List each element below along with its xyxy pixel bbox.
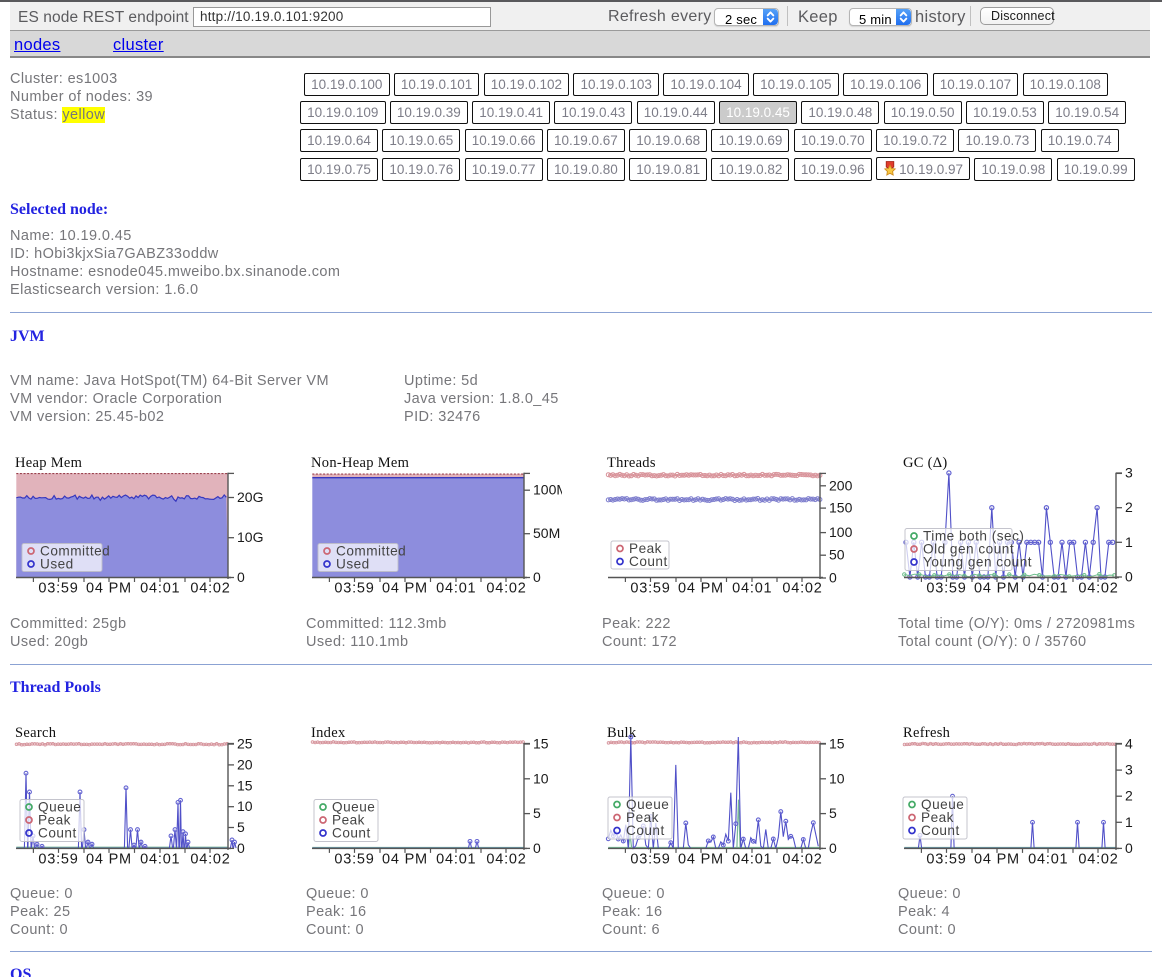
svg-text:04:01: 04:01 [436,852,476,868]
svg-text:04 PM: 04 PM [86,852,132,868]
svg-text:1: 1 [1125,814,1133,830]
svg-text:100: 100 [829,524,853,540]
svg-text:0: 0 [829,570,837,586]
svg-text:1: 1 [1125,534,1133,550]
svg-text:Heap Mem: Heap Mem [15,455,83,471]
svg-text:03:59: 03:59 [926,852,966,868]
svg-text:Refresh: Refresh [903,725,951,741]
svg-text:04:02: 04:02 [190,852,230,868]
svg-text:0: 0 [533,569,541,585]
svg-text:15: 15 [237,777,253,793]
svg-text:200: 200 [829,477,853,493]
svg-text:Non-Heap Mem: Non-Heap Mem [311,455,410,471]
svg-text:04 PM: 04 PM [678,581,724,597]
svg-text:GC (Δ): GC (Δ) [903,455,948,471]
svg-text:04 PM: 04 PM [974,581,1020,597]
svg-text:15: 15 [533,736,549,752]
svg-text:04:02: 04:02 [782,581,822,597]
svg-text:03:59: 03:59 [334,581,374,597]
svg-text:04:02: 04:02 [1078,581,1118,597]
svg-text:0: 0 [533,840,541,856]
svg-text:04:01: 04:01 [436,581,476,597]
svg-text:04 PM: 04 PM [382,581,428,597]
svg-text:04:01: 04:01 [140,581,180,597]
svg-text:0: 0 [237,569,245,585]
svg-text:150: 150 [829,500,853,516]
svg-text:04:02: 04:02 [190,581,230,597]
svg-text:100M: 100M [533,482,562,498]
svg-text:Used: Used [336,557,370,572]
svg-text:20: 20 [237,756,253,772]
svg-text:5: 5 [533,805,541,821]
svg-text:04:01: 04:01 [1028,581,1068,597]
svg-text:Count: Count [332,826,371,841]
svg-text:2: 2 [1125,788,1133,804]
svg-text:04:01: 04:01 [1028,852,1068,868]
svg-text:04 PM: 04 PM [974,852,1020,868]
svg-text:04:02: 04:02 [782,852,822,868]
svg-text:0: 0 [237,840,245,856]
svg-text:03:59: 03:59 [630,852,670,868]
svg-text:0: 0 [829,840,837,856]
svg-text:4: 4 [1125,736,1133,752]
svg-text:04:02: 04:02 [486,581,526,597]
svg-text:04:01: 04:01 [140,852,180,868]
svg-text:25: 25 [237,736,253,752]
svg-text:5: 5 [237,819,245,835]
svg-text:04 PM: 04 PM [86,581,132,597]
svg-text:10G: 10G [237,529,263,545]
svg-text:04:02: 04:02 [1078,852,1118,868]
svg-text:15: 15 [829,736,845,752]
svg-text:20G: 20G [237,489,263,505]
svg-text:Count: Count [626,823,665,838]
svg-text:03:59: 03:59 [334,852,374,868]
svg-text:03:59: 03:59 [38,581,78,597]
svg-text:0: 0 [1125,569,1133,585]
svg-text:04:01: 04:01 [732,852,772,868]
svg-text:5: 5 [829,805,837,821]
svg-text:Count: Count [921,823,960,838]
svg-text:Count: Count [38,826,77,841]
svg-text:2: 2 [1125,499,1133,515]
svg-text:Index: Index [311,725,346,741]
svg-text:03:59: 03:59 [630,581,670,597]
svg-text:10: 10 [237,798,253,814]
svg-text:04 PM: 04 PM [678,852,724,868]
svg-text:04:01: 04:01 [732,581,772,597]
svg-text:04:02: 04:02 [486,852,526,868]
svg-text:Threads: Threads [607,455,656,471]
svg-text:Used: Used [40,557,74,572]
svg-text:03:59: 03:59 [38,852,78,868]
svg-text:0: 0 [1125,840,1133,856]
svg-text:10: 10 [533,770,549,786]
svg-text:04 PM: 04 PM [382,852,428,868]
svg-text:3: 3 [1125,762,1133,778]
svg-text:Young gen count: Young gen count [923,555,1032,570]
svg-text:3: 3 [1125,465,1133,481]
svg-text:03:59: 03:59 [926,581,966,597]
svg-text:10: 10 [829,770,845,786]
svg-text:50: 50 [829,547,845,563]
svg-text:Search: Search [15,725,57,741]
svg-text:50M: 50M [533,525,560,541]
svg-text:Count: Count [629,554,668,569]
